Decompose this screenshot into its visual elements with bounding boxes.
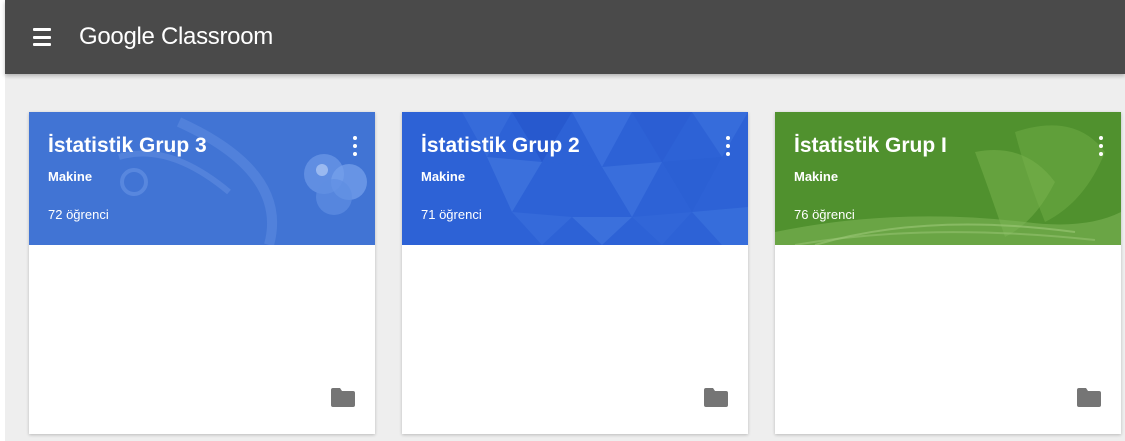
class-title[interactable]: İstatistik Grup 3 — [48, 134, 207, 158]
more-vert-icon[interactable] — [725, 136, 731, 156]
menu-icon[interactable] — [33, 28, 55, 46]
more-vert-icon[interactable] — [352, 136, 358, 156]
class-section: Makine — [794, 169, 839, 184]
class-card-header[interactable]: İstatistik Grup I Makine 76 öğrenci — [775, 112, 1121, 245]
class-card-header[interactable]: İstatistik Grup 3 Makine 72 öğrenci — [29, 112, 375, 245]
app-bar: Google Classroom — [5, 0, 1125, 74]
class-section: Makine — [48, 169, 93, 184]
student-count: 71 öğrenci — [421, 207, 482, 222]
class-section: Makine — [421, 169, 466, 184]
folder-icon[interactable] — [331, 387, 355, 407]
class-card-header[interactable]: İstatistik Grup 2 Makine 71 öğrenci — [402, 112, 748, 245]
class-card[interactable]: İstatistik Grup 2 Makine 71 öğrenci — [402, 112, 748, 434]
more-vert-icon[interactable] — [1098, 136, 1104, 156]
student-count: 72 öğrenci — [48, 207, 109, 222]
class-card[interactable]: İstatistik Grup 3 Makine 72 öğrenci — [29, 112, 375, 434]
student-count: 76 öğrenci — [794, 207, 855, 222]
class-list: İstatistik Grup 3 Makine 72 öğrenci İsta… — [5, 74, 1125, 441]
folder-icon[interactable] — [1077, 387, 1101, 407]
page: Google Classroom İstatistik Grup 3 Makin… — [0, 0, 1125, 441]
class-title[interactable]: İstatistik Grup I — [794, 134, 947, 158]
class-title[interactable]: İstatistik Grup 2 — [421, 134, 580, 158]
app-title: Google Classroom — [79, 23, 273, 50]
class-card[interactable]: İstatistik Grup I Makine 76 öğrenci — [775, 112, 1121, 434]
folder-icon[interactable] — [704, 387, 728, 407]
